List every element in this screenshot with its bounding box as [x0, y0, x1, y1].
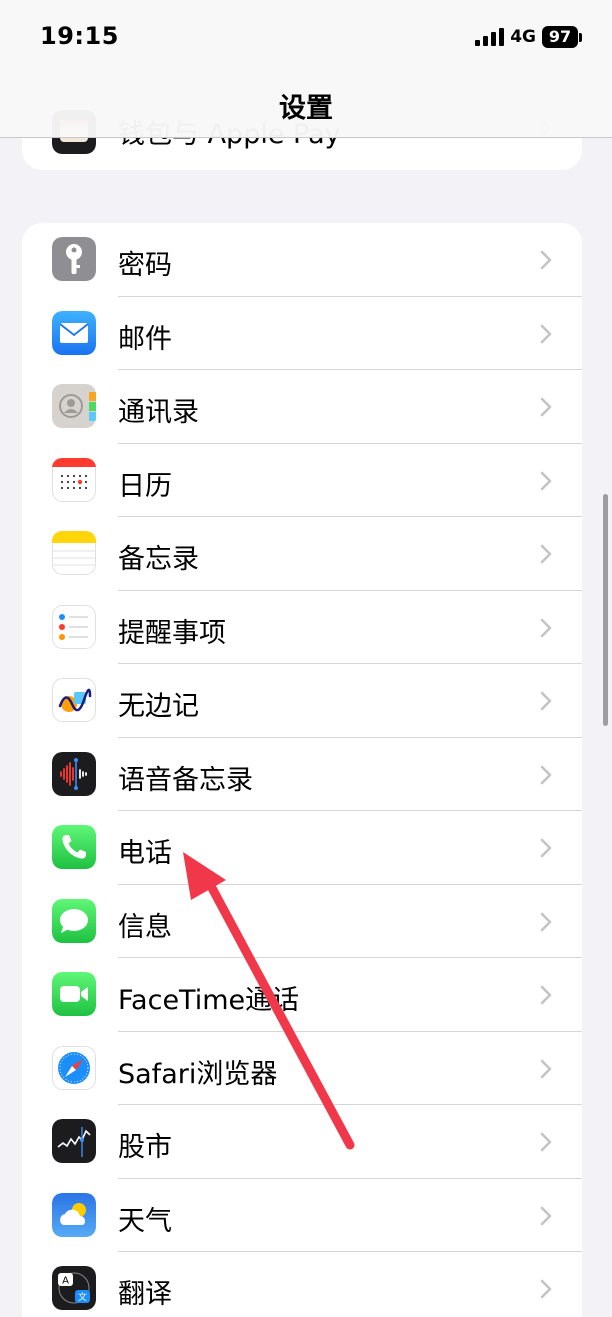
- settings-item-label: 天气: [118, 1205, 172, 1237]
- nav-header: 19:15 4G 97 设置: [0, 0, 612, 138]
- svg-text:文: 文: [78, 1291, 87, 1303]
- chevron-right-icon: [540, 324, 552, 343]
- settings-item-label: 股市: [118, 1132, 172, 1163]
- notes-icon: [52, 531, 96, 575]
- settings-group-apps: 密码 邮件 通讯录 日历 备忘录 提醒事项 无边记 语音备忘录 电话 信息 Fa…: [22, 223, 582, 1317]
- settings-item-phone[interactable]: 电话: [22, 811, 582, 885]
- settings-item-contacts[interactable]: 通讯录: [22, 370, 582, 444]
- chevron-right-icon: [540, 691, 552, 711]
- safari-icon: [52, 1045, 96, 1090]
- chevron-right-icon: [540, 544, 552, 564]
- facetime-icon: [52, 972, 96, 1016]
- chevron-right-icon: [540, 250, 552, 270]
- settings-item-label: 邮件: [118, 323, 172, 355]
- status-time: 19:15: [40, 22, 119, 50]
- chevron-right-icon: [540, 1279, 552, 1299]
- scrollbar[interactable]: [603, 494, 608, 726]
- chevron-right-icon: [540, 471, 552, 490]
- settings-item-label: 无边记: [118, 691, 199, 722]
- settings-item-label: 日历: [118, 470, 172, 502]
- page-title: 设置: [279, 93, 333, 124]
- settings-item-label: FaceTime通话: [118, 985, 300, 1016]
- settings-item-translate[interactable]: A文 翻译: [22, 1252, 582, 1317]
- key-icon: [52, 237, 96, 281]
- battery-level: 97: [542, 26, 578, 48]
- messages-icon: [52, 898, 96, 943]
- chevron-right-icon: [540, 838, 552, 858]
- network-type: 4G: [510, 27, 536, 47]
- cellular-signal-icon: [475, 28, 505, 46]
- settings-item-weather[interactable]: 天气: [22, 1179, 582, 1252]
- status-indicators: 4G 97: [475, 25, 582, 49]
- chevron-right-icon: [540, 765, 552, 784]
- settings-item-facetime[interactable]: FaceTime通话: [22, 958, 582, 1032]
- settings-item-label: 备忘录: [118, 544, 199, 575]
- settings-item-freeform[interactable]: 无边记: [22, 664, 582, 738]
- chevron-right-icon: [540, 397, 552, 417]
- settings-item-label: 电话: [118, 838, 172, 869]
- chevron-right-icon: [540, 1059, 552, 1078]
- reminders-icon: [52, 604, 96, 649]
- mail-icon: [52, 310, 96, 355]
- settings-item-label: 信息: [118, 911, 172, 943]
- settings-item-messages[interactable]: 信息: [22, 885, 582, 958]
- translate-icon: A文: [52, 1266, 96, 1310]
- stocks-icon: [52, 1119, 96, 1163]
- chevron-right-icon: [540, 1132, 552, 1152]
- phone-icon: [52, 825, 96, 869]
- chevron-right-icon: [540, 618, 552, 637]
- contacts-icon: [52, 384, 96, 428]
- calendar-icon: [52, 457, 96, 502]
- chevron-right-icon: [540, 985, 552, 1005]
- settings-item-stocks[interactable]: 股市: [22, 1105, 582, 1179]
- svg-text:A: A: [62, 1276, 69, 1287]
- settings-item-label: 提醒事项: [118, 617, 226, 649]
- settings-item-label: 通讯录: [118, 397, 199, 428]
- battery-icon: [579, 32, 582, 42]
- freeform-icon: [52, 678, 96, 722]
- settings-screen: 钱包与 Apple Pay 19:15 4G 97 设置 密码: [0, 0, 612, 1317]
- chevron-right-icon: [540, 912, 552, 931]
- chevron-right-icon: [540, 1206, 552, 1225]
- settings-item-calendar[interactable]: 日历: [22, 444, 582, 517]
- settings-item-safari[interactable]: Safari浏览器: [22, 1032, 582, 1105]
- settings-item-voice-memos[interactable]: 语音备忘录: [22, 738, 582, 811]
- settings-item-passwords[interactable]: 密码: [22, 223, 582, 297]
- voice-memos-icon: [52, 751, 96, 796]
- settings-item-label: 密码: [118, 250, 172, 281]
- settings-item-notes[interactable]: 备忘录: [22, 517, 582, 591]
- weather-icon: [52, 1192, 96, 1237]
- settings-item-label: 翻译: [118, 1279, 172, 1310]
- settings-item-label: 语音备忘录: [118, 764, 253, 796]
- settings-item-reminders[interactable]: 提醒事项: [22, 591, 582, 664]
- settings-item-label: Safari浏览器: [118, 1058, 278, 1090]
- settings-item-mail[interactable]: 邮件: [22, 297, 582, 370]
